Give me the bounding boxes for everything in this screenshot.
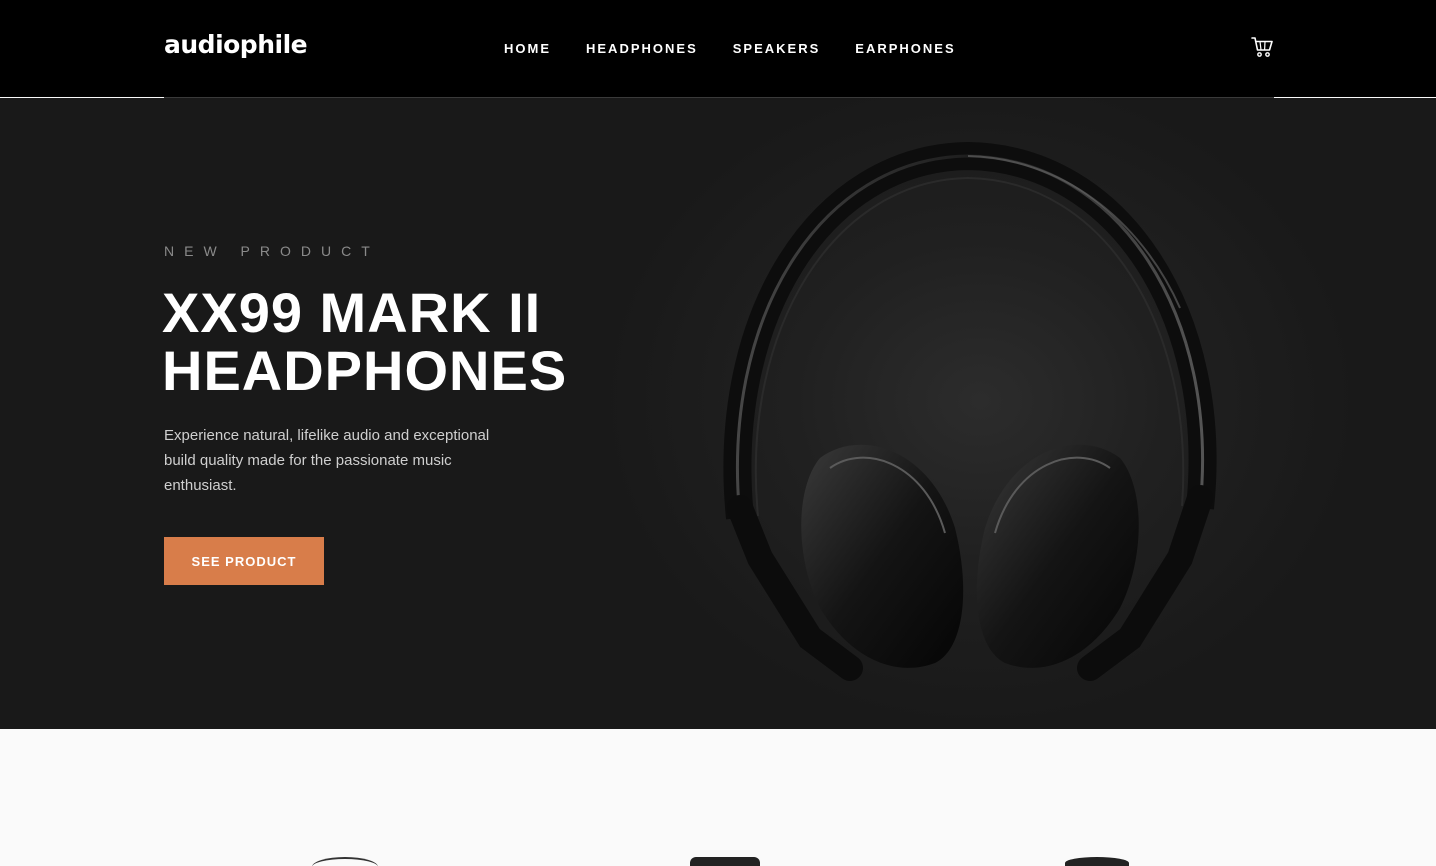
categories-section [0, 729, 1436, 866]
logo[interactable]: audiophile [164, 30, 308, 59]
nav-speakers[interactable]: SPEAKERS [733, 41, 821, 56]
category-thumbnail-earphones [1065, 857, 1129, 866]
header-inner: audiophile HOME HEADPHONES SPEAKERS EARP… [164, 0, 1274, 97]
nav-headphones[interactable]: HEADPHONES [586, 41, 698, 56]
category-thumbnail-speakers [690, 857, 760, 866]
hero-section: NEW PRODUCT XX99 MARK II HEADPHONES Expe… [0, 98, 1436, 729]
cart-icon[interactable] [1251, 36, 1274, 58]
hero-description: Experience natural, lifelike audio and e… [164, 427, 490, 494]
headphones-image [723, 141, 1217, 681]
hero-overline: NEW PRODUCT [164, 243, 380, 259]
nav-earphones[interactable]: EARPHONES [855, 41, 955, 56]
hero-title: XX99 MARK II HEADPHONES [162, 284, 682, 400]
nav-home[interactable]: HOME [504, 41, 551, 56]
see-product-button[interactable]: SEE PRODUCT [164, 537, 324, 585]
main-nav: HOME HEADPHONES SPEAKERS EARPHONES [504, 41, 956, 56]
hero-title-line-1: XX99 MARK II [162, 281, 542, 344]
hero-title-line-2: HEADPHONES [162, 339, 568, 402]
site-header: audiophile HOME HEADPHONES SPEAKERS EARP… [0, 0, 1436, 97]
category-thumbnail-headphones [312, 857, 378, 866]
